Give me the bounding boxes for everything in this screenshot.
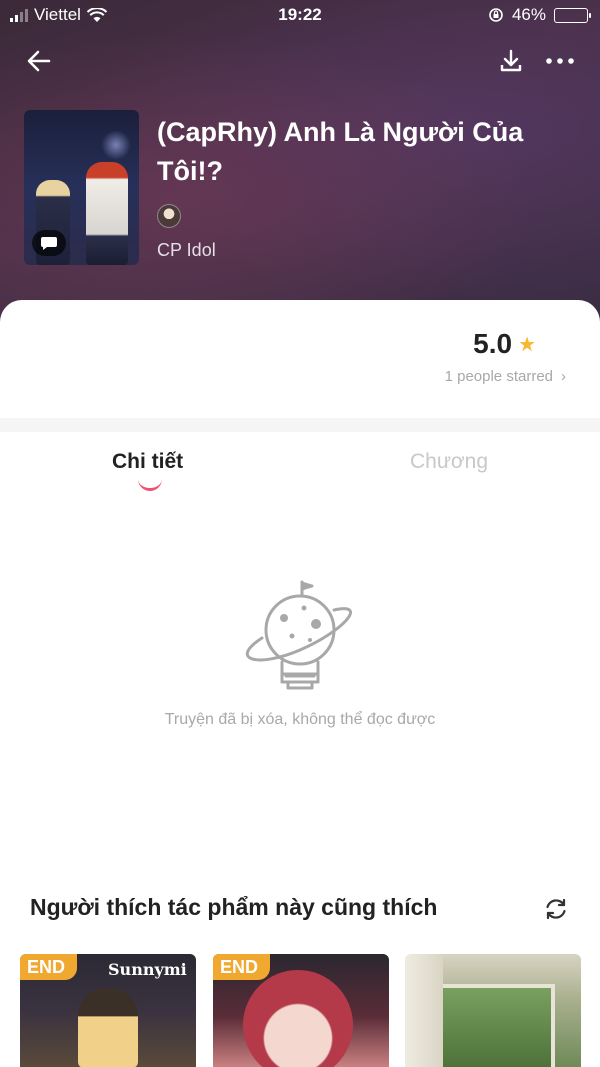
recommendations-title: Người thích tác phẩm này cũng thích [30, 894, 438, 920]
battery-icon [554, 7, 591, 23]
back-arrow-icon [27, 50, 51, 72]
rating-score: 5.0 ★ [473, 328, 536, 360]
chat-story-badge [32, 230, 66, 256]
more-dots-icon [546, 58, 574, 64]
more-button[interactable] [544, 45, 576, 77]
end-badge: END [213, 954, 271, 980]
cover-figure-right [86, 162, 128, 265]
book-category[interactable]: CP Idol [157, 240, 216, 261]
book-title: (CapRhy) Anh Là Người Của Tôi!? [157, 117, 524, 186]
card-illustration [78, 988, 138, 1067]
rotation-lock-icon [489, 8, 503, 22]
refresh-button[interactable] [543, 896, 569, 922]
card-curtain [405, 954, 443, 1067]
rating-value: 5.0 [473, 328, 513, 359]
back-button[interactable] [23, 45, 55, 77]
status-bar: Viettel 19:22 46% [0, 0, 600, 30]
author-avatar[interactable] [157, 204, 181, 228]
book-cover[interactable] [24, 110, 139, 265]
recommendation-card-1[interactable]: END Sunnymi [20, 954, 196, 1067]
download-button[interactable] [495, 45, 527, 77]
status-right: 46% [488, 5, 591, 25]
tab-details[interactable]: Chi tiết [112, 450, 183, 474]
recommendation-card-3[interactable] [405, 954, 581, 1067]
end-badge: END [20, 954, 78, 980]
card-cover-text: Sunnymi [108, 960, 187, 979]
chevron-right-icon: › [561, 368, 566, 385]
empty-planet-bulb-icon [245, 580, 352, 690]
star-icon: ★ [518, 333, 536, 356]
card-illustration [243, 970, 353, 1067]
chat-bubble-icon [41, 237, 57, 250]
battery-percent: 46% [511, 5, 546, 24]
tab-chapters[interactable]: Chương [410, 450, 488, 474]
starred-link[interactable]: 1 people starred › [445, 368, 566, 385]
starred-count: 1 people starred [444, 368, 553, 385]
download-icon [500, 49, 522, 72]
recommendation-card-2[interactable]: END [213, 954, 389, 1067]
empty-state-message: Truyện đã bị xóa, không thể đọc được [164, 711, 436, 728]
cover-light [101, 130, 131, 160]
card-illustration [435, 984, 555, 1067]
